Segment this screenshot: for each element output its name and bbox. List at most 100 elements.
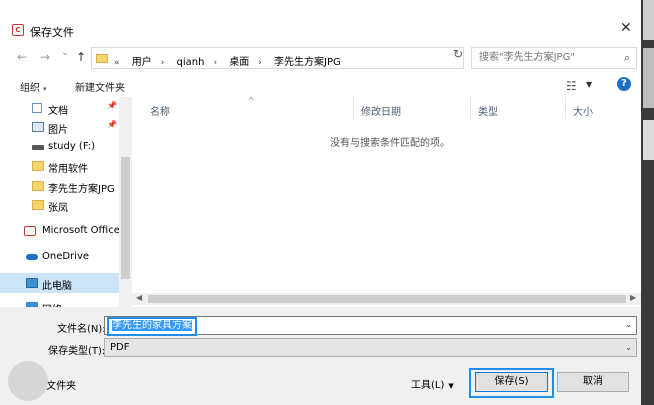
drive-icon: [32, 145, 44, 150]
scroll-left-icon[interactable]: ◀: [136, 293, 142, 302]
forward-icon[interactable]: →: [40, 50, 50, 64]
app-icon: C: [12, 24, 24, 36]
sidebar-item-label: Microsoft Office: [42, 225, 120, 236]
filetype-select[interactable]: PDF ⌄: [104, 338, 637, 357]
picture-icon: [32, 122, 44, 132]
breadcrumb-item[interactable]: 桌面: [229, 57, 249, 68]
column-divider[interactable]: [353, 97, 354, 119]
sidebar-item-label: 李先生方案JPG: [48, 184, 115, 195]
cancel-button[interactable]: 取消: [557, 372, 629, 392]
background-strip: [643, 48, 654, 108]
sidebar-item-microsoft-office[interactable]: Microsoft Office: [0, 221, 120, 241]
chevron-right-icon: ›: [160, 58, 165, 68]
breadcrumb-overflow[interactable]: «: [114, 58, 120, 68]
organize-menu[interactable]: 组织 ▾: [20, 79, 47, 94]
new-folder-button[interactable]: 新建文件夹: [75, 79, 125, 94]
background-window-edge: [641, 0, 654, 405]
view-options-icon[interactable]: ☷: [566, 79, 577, 93]
tools-label: 工具(L): [411, 380, 445, 391]
folder-icon: [96, 54, 108, 63]
sidebar-item-zhangfeng[interactable]: 张凤: [0, 195, 119, 215]
sidebar-item-label: 图片: [48, 125, 68, 136]
pin-icon[interactable]: 📌: [107, 120, 117, 129]
folder-icon: [32, 161, 44, 171]
chevron-down-icon[interactable]: ⌄: [625, 320, 632, 329]
column-divider[interactable]: [470, 97, 471, 119]
background-strip: [643, 120, 654, 160]
sidebar-item-label: OneDrive: [42, 251, 90, 262]
help-icon[interactable]: ?: [617, 77, 631, 91]
toolbar: 组织 ▾ 新建文件夹 ☷ ▼: [0, 73, 641, 97]
sidebar-item-label: study (F:): [48, 141, 96, 152]
pin-icon[interactable]: 📌: [107, 101, 117, 110]
chevron-down-icon: ▼: [448, 382, 454, 390]
sidebar-item-network[interactable]: 网络: [0, 297, 119, 307]
tools-menu[interactable]: 工具(L) ▼: [411, 376, 454, 391]
filetype-value: PDF: [110, 342, 130, 353]
sidebar-item-label: 文档: [48, 106, 68, 117]
column-header-name[interactable]: 名称: [150, 103, 170, 118]
column-header-date[interactable]: 修改日期: [361, 103, 401, 118]
filename-field[interactable]: 李先生的家具方案 ⌄: [104, 316, 637, 336]
save-button[interactable]: 保存(S): [475, 372, 548, 392]
folder-icon: [32, 200, 44, 210]
search-input[interactable]: [477, 51, 621, 64]
column-header-row: ^ 名称 修改日期 类型 大小: [132, 96, 641, 119]
folder-icon: [32, 181, 44, 191]
cloud-icon: [26, 254, 38, 260]
sidebar-item-common-software[interactable]: 常用软件: [0, 156, 119, 176]
filename-value[interactable]: 李先生的家具方案: [107, 317, 197, 336]
sidebar-item-label: 此电脑: [42, 281, 72, 292]
file-list: ^ 名称 修改日期 类型 大小 没有与搜索条件匹配的项。: [132, 96, 641, 307]
computer-icon: [26, 278, 38, 288]
up-icon[interactable]: ↑: [76, 50, 86, 64]
sort-arrow-icon: ^: [248, 96, 255, 105]
sidebar-item-this-pc[interactable]: 此电脑: [0, 273, 119, 293]
column-divider[interactable]: [565, 97, 566, 119]
filename-label: 文件名(N):: [57, 324, 106, 335]
breadcrumb-item[interactable]: 李先生方案JPG: [274, 57, 341, 68]
address-bar[interactable]: « 用户 › qianh › 桌面 › 李先生方案JPG ⌄: [91, 47, 539, 69]
refresh-icon[interactable]: ↻: [453, 47, 463, 61]
chevron-right-icon: ›: [258, 58, 262, 68]
chevron-right-icon: ›: [213, 58, 218, 68]
cursor-highlight-circle: [8, 361, 48, 401]
save-file-dialog: C 保存文件 ✕ ← → ⌄ ↑ « 用户 › qianh › 桌面 › 李先生方案J…: [0, 0, 641, 405]
breadcrumb-item[interactable]: qianh: [177, 57, 205, 68]
chevron-down-icon: ▾: [43, 85, 47, 93]
empty-message: 没有与搜索条件匹配的项。: [330, 138, 450, 149]
chevron-down-icon[interactable]: ▼: [586, 80, 592, 89]
background-strip: [643, 0, 654, 40]
breadcrumb-item[interactable]: 用户: [132, 57, 152, 68]
document-icon: [32, 103, 42, 113]
sidebar-item-onedrive[interactable]: OneDrive: [0, 247, 119, 267]
window-title: 保存文件: [30, 26, 74, 39]
filetype-label: 保存类型(T):: [48, 346, 106, 357]
column-header-size[interactable]: 大小: [573, 103, 593, 118]
organize-label: 组织: [20, 83, 40, 94]
search-icon[interactable]: ⌕: [624, 51, 630, 65]
recent-dropdown-icon[interactable]: ⌄: [61, 47, 69, 58]
column-header-type[interactable]: 类型: [478, 103, 498, 118]
office-icon: [24, 226, 36, 236]
sidebar-item-documents[interactable]: 文档 📌: [0, 98, 119, 118]
sidebar-item-label: 常用软件: [48, 164, 88, 175]
navigation-pane: 文档 📌 图片 📌 study (F:) 常用软件 李先生方案JPG 张凤 Mi…: [0, 97, 132, 307]
search-box[interactable]: ⌕: [471, 47, 637, 69]
title-bar: C 保存文件 ✕: [0, 0, 641, 40]
sidebar-item-pictures[interactable]: 图片 📌: [0, 117, 119, 137]
address-row: ← → ⌄ ↑ « 用户› qianh› 桌面› 李先生方案JPG ⌄ ↻ ⌕: [0, 44, 641, 72]
filename-selected-text: 李先生的家具方案: [112, 320, 192, 331]
horizontal-scroll-thumb[interactable]: [148, 295, 626, 303]
back-icon[interactable]: ←: [17, 50, 27, 64]
save-options-panel: 文件名(N): 李先生的家具方案 ⌄ 保存类型(T): PDF ⌄ ▲隐藏文件夹…: [0, 307, 641, 405]
sidebar-item-plan-jpg[interactable]: 李先生方案JPG: [0, 176, 119, 196]
breadcrumb: « 用户 › qianh › 桌面 › 李先生方案JPG: [114, 53, 350, 68]
sidebar-item-study-drive[interactable]: study (F:): [0, 137, 119, 157]
sidebar-item-label: 张凤: [48, 203, 68, 214]
scroll-right-icon[interactable]: ▶: [630, 293, 636, 302]
sidebar-scroll-thumb[interactable]: [121, 157, 130, 279]
chevron-down-icon: ⌄: [625, 343, 632, 352]
horizontal-scrollbar[interactable]: ◀ ▶: [132, 293, 641, 305]
close-icon[interactable]: ✕: [620, 20, 632, 36]
